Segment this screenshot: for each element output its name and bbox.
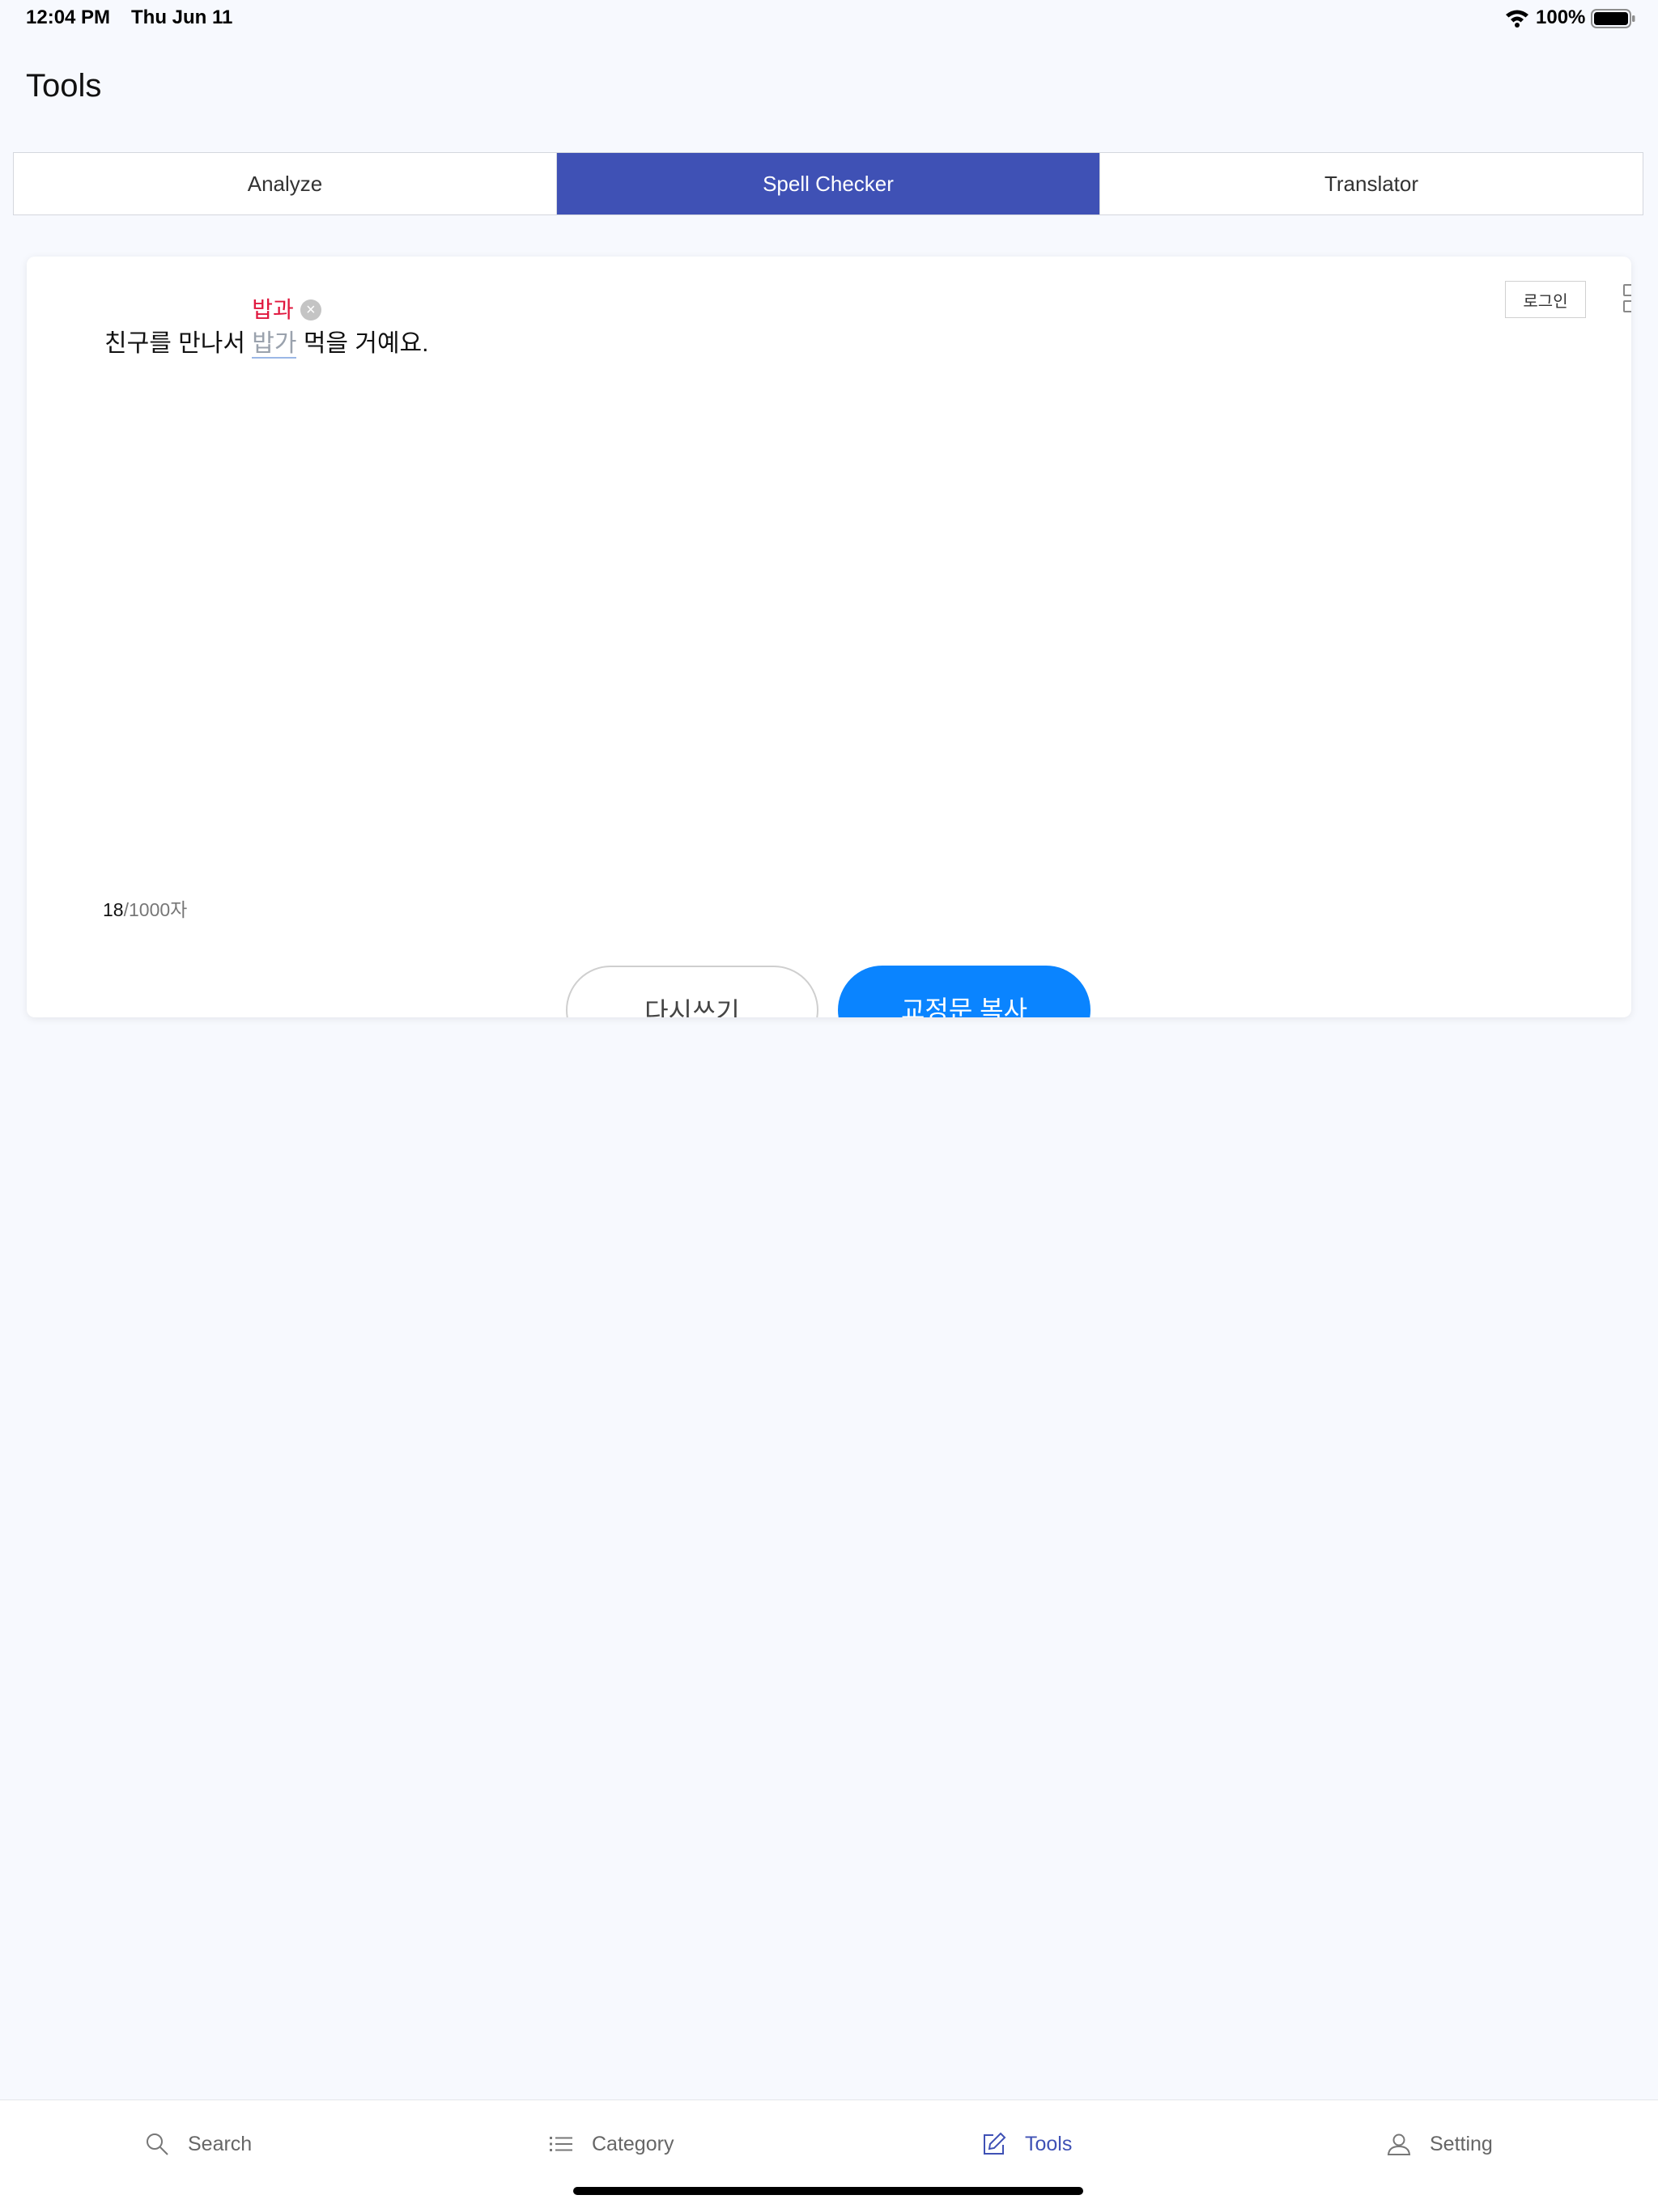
tabbar-setting[interactable]: Setting	[1386, 2131, 1493, 2157]
input-text[interactable]: 친구를 만나서 밥과 × 밥가 먹을 거예요.	[104, 297, 429, 360]
char-count: 18/1000자	[103, 894, 187, 922]
login-button[interactable]: 로그인	[1505, 281, 1586, 318]
grid-icon[interactable]	[1623, 284, 1631, 316]
tabbar-category[interactable]: Category	[548, 2131, 674, 2157]
battery-percentage: 100%	[1536, 6, 1586, 28]
rewrite-button[interactable]: 다시쓰기	[566, 966, 818, 1017]
copy-corrected-button[interactable]: 교정문 복사	[838, 966, 1090, 1017]
suggestion-text[interactable]: 밥과	[252, 294, 294, 326]
close-icon[interactable]: ×	[300, 299, 321, 321]
segmented-tabs: Analyze Spell Checker Translator	[13, 152, 1643, 215]
bottom-tab-bar: Search Category Tools Setting	[0, 2099, 1658, 2212]
search-icon	[147, 2133, 168, 2155]
status-bar: 12:04 PM Thu Jun 11 100%	[0, 0, 1658, 39]
status-date: Thu Jun 11	[131, 6, 233, 28]
tabbar-search-label: Search	[188, 2132, 253, 2155]
spell-checker-card: 로그인 친구를 만나서 밥과 × 밥가 먹을 거예요. 18/1000자 다시쓰기 …	[27, 257, 1631, 1017]
error-word-wrapper[interactable]: 밥과 × 밥가	[252, 297, 321, 360]
char-limit: /1000자	[123, 899, 188, 920]
page-title: Tools	[26, 68, 102, 104]
tabbar-search[interactable]: Search	[144, 2131, 252, 2157]
home-indicator	[573, 2187, 1083, 2195]
person-icon	[1387, 2133, 1411, 2155]
text-after: 먹을 거예요.	[296, 330, 429, 357]
wifi-icon	[1506, 10, 1528, 28]
char-count-value: 18	[103, 899, 124, 920]
text-before: 친구를 만나서	[104, 330, 253, 357]
tabbar-setting-label: Setting	[1430, 2132, 1493, 2155]
battery-icon	[1591, 9, 1635, 28]
status-time: 12:04 PM	[26, 6, 111, 28]
tab-translator[interactable]: Translator	[1099, 153, 1643, 214]
tabbar-tools-label: Tools	[1025, 2132, 1073, 2155]
tabbar-tools[interactable]: Tools	[981, 2131, 1072, 2157]
error-word[interactable]: 밥가	[252, 330, 297, 359]
suggestion-popup[interactable]: 밥과 ×	[252, 294, 321, 326]
list-icon	[550, 2137, 572, 2151]
tabbar-category-label: Category	[592, 2132, 674, 2155]
tab-spell-checker[interactable]: Spell Checker	[556, 153, 1099, 214]
edit-icon	[984, 2132, 1006, 2155]
tab-analyze[interactable]: Analyze	[14, 153, 556, 214]
